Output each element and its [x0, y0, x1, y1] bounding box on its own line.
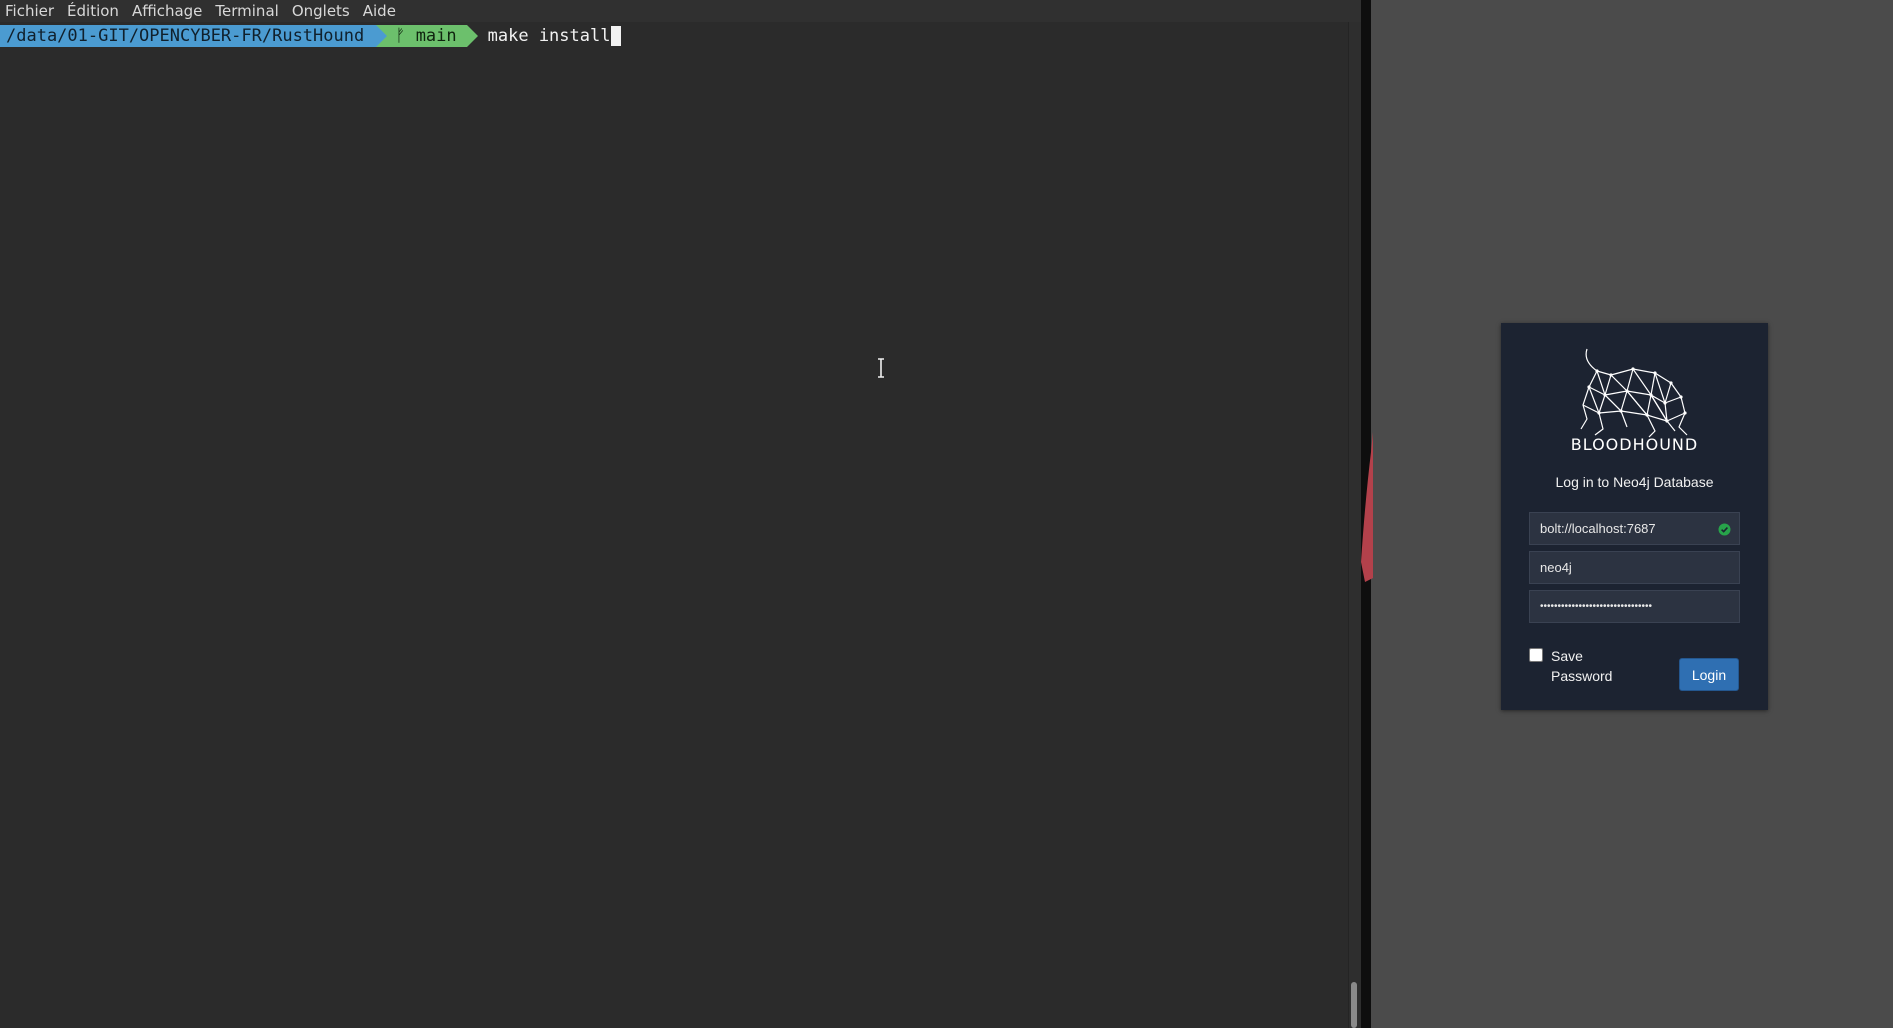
prompt-path: /data/01-GIT/OPENCYBER-FR/RustHound [0, 25, 377, 47]
save-password-label[interactable]: Save Password [1551, 646, 1631, 686]
menu-affichage[interactable]: Affichage [127, 0, 210, 22]
terminal-window[interactable]: Fichier Édition Affichage Terminal Ongle… [0, 0, 1363, 1028]
terminal-scrollbar-thumb[interactable] [1351, 982, 1357, 1028]
background-window-edge [1361, 432, 1373, 582]
save-password-checkbox[interactable] [1529, 648, 1543, 662]
check-circle-icon [1718, 523, 1731, 536]
bloodhound-logo-icon [1580, 348, 1688, 438]
text-cursor [611, 26, 622, 46]
database-url-field[interactable]: bolt://localhost:7687 [1529, 512, 1740, 545]
command-input[interactable]: make install [478, 26, 611, 46]
menu-onglets[interactable]: Onglets [287, 0, 358, 22]
prompt-branch: main [415, 26, 457, 46]
username-field[interactable]: neo4j [1529, 551, 1740, 584]
menu-aide[interactable]: Aide [358, 0, 404, 22]
save-password-row: Save Password [1529, 646, 1631, 686]
prompt-separator-arrow [376, 25, 388, 47]
bloodhound-login-panel: BLOODHOUND Log in to Neo4j Database bolt… [1501, 323, 1768, 710]
shell-prompt: /data/01-GIT/OPENCYBER-FR/RustHound ᚠ ma… [0, 25, 622, 47]
menu-edition[interactable]: Édition [62, 0, 127, 22]
password-value: •••••••••••••••••••••••••••••••• [1540, 601, 1653, 612]
database-url-value: bolt://localhost:7687 [1540, 521, 1656, 536]
terminal-scrollbar[interactable] [1348, 22, 1361, 1028]
login-button[interactable]: Login [1679, 658, 1739, 691]
terminal-menubar: Fichier Édition Affichage Terminal Ongle… [0, 0, 1363, 22]
ibeam-cursor-icon [878, 358, 884, 378]
brand-name: BLOODHOUND [1570, 435, 1699, 454]
password-field[interactable]: •••••••••••••••••••••••••••••••• [1529, 590, 1740, 623]
prompt-git-segment: ᚠ main [387, 25, 467, 47]
username-value: neo4j [1540, 560, 1572, 575]
login-subtitle: Log in to Neo4j Database [1555, 474, 1714, 490]
menu-terminal[interactable]: Terminal [210, 0, 286, 22]
prompt-end-arrow [466, 25, 478, 47]
menu-fichier[interactable]: Fichier [0, 0, 62, 22]
git-branch-icon: ᚠ [395, 26, 406, 46]
